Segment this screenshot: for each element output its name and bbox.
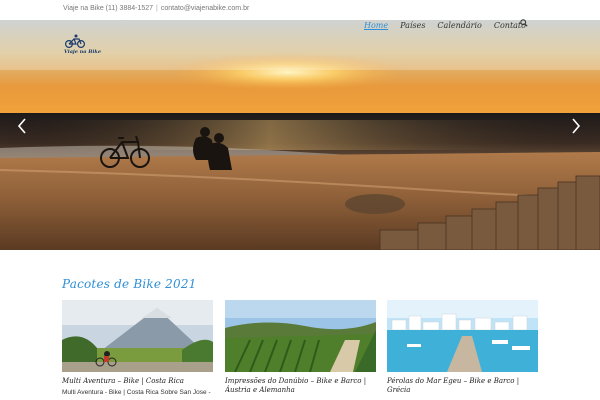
card-image-danubio[interactable]: [225, 300, 376, 372]
nav-item-calendario[interactable]: Calendário: [437, 21, 481, 30]
logo-text: Viaje na Bike: [64, 49, 102, 55]
contact-info: Viaje na Bike (11) 3884-1527 | contato@via…: [63, 5, 249, 12]
card-description: Multi Aventura - Bike | Costa Rica Sobre…: [62, 389, 211, 396]
chevron-left-icon[interactable]: [16, 117, 28, 135]
search-icon[interactable]: [520, 19, 528, 27]
card-title[interactable]: Impressões do Danúbio – Bike e Barco | Á…: [225, 377, 376, 395]
card-image-costa-rica[interactable]: [62, 300, 213, 372]
package-card[interactable]: Pérolas do Mar Egeu – Bike e Barco | Gré…: [387, 300, 538, 400]
nav-item-home[interactable]: Home: [364, 21, 388, 30]
card-image-grecia[interactable]: [387, 300, 538, 372]
top-contact-bar: Viaje na Bike (11) 3884-1527 | contato@via…: [0, 0, 600, 20]
contact-separator: |: [156, 5, 158, 12]
section-title: Pacotes de Bike 2021: [62, 277, 197, 291]
card-title[interactable]: Pérolas do Mar Egeu – Bike e Barco | Gré…: [387, 377, 538, 395]
main-nav: Home Países Calendário Contato: [364, 18, 538, 32]
package-card[interactable]: Impressões do Danúbio – Bike e Barco | Á…: [225, 300, 376, 400]
chevron-right-icon[interactable]: [570, 117, 582, 135]
nav-item-paises[interactable]: Países: [400, 21, 425, 30]
site-logo[interactable]: Viaje na Bike: [64, 34, 106, 60]
cyclist-icon: [64, 34, 86, 49]
card-title[interactable]: Multi Aventura – Bike | Costa Rica: [62, 377, 213, 386]
contact-email-link[interactable]: contato@viajenabike.com.br: [161, 5, 249, 12]
package-card[interactable]: Multi Aventura – Bike | Costa Rica Multi…: [62, 300, 213, 400]
contact-phone: Viaje na Bike (11) 3884-1527: [63, 5, 154, 12]
